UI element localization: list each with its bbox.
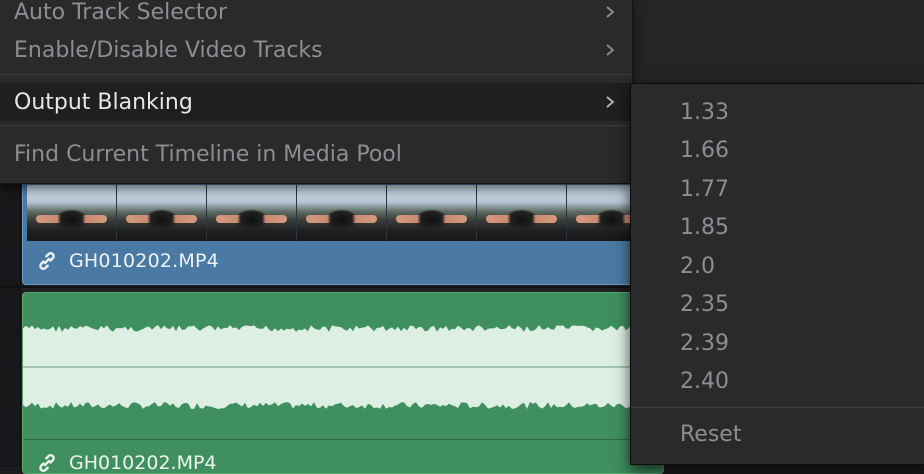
chevron-right-icon	[606, 6, 615, 18]
submenu-item-1-33[interactable]: 1.33	[631, 93, 924, 131]
link-icon	[35, 249, 59, 273]
menu-item-label: Auto Track Selector	[14, 0, 228, 25]
thumbnail-frame	[117, 185, 207, 241]
video-clip[interactable]: GH010202.MP4	[22, 178, 664, 285]
submenu-item-label: 1.33	[680, 99, 729, 125]
submenu-separator	[631, 407, 924, 408]
submenu-item-2-40[interactable]: 2.40	[631, 362, 924, 400]
thumbnail-frame	[477, 185, 567, 241]
link-icon	[35, 451, 59, 473]
menu-separator	[0, 74, 632, 75]
submenu-item-1-85[interactable]: 1.85	[631, 208, 924, 246]
submenu-item-label: 2.40	[680, 368, 729, 394]
audio-clip-label: GH010202.MP4	[35, 451, 217, 474]
menu-item-output-blanking[interactable]: Output Blanking	[0, 83, 632, 121]
submenu-item-label: 1.77	[680, 176, 729, 202]
thumbnail-frame	[297, 185, 387, 241]
audio-clip-name: GH010202.MP4	[69, 452, 217, 474]
thumbnail-frame	[27, 185, 117, 241]
audio-clip[interactable]: GH010202.MP4	[22, 292, 664, 474]
menu-item-find-current-timeline[interactable]: Find Current Timeline in Media Pool	[0, 135, 632, 173]
menu-item-auto-track-selector[interactable]: Auto Track Selector	[0, 0, 632, 31]
video-filmstrip	[27, 185, 657, 241]
video-clip-name: GH010202.MP4	[69, 250, 219, 272]
chevron-right-icon	[606, 96, 615, 108]
submenu-item-label: 2.35	[680, 291, 729, 317]
output-blanking-submenu: 1.33 1.66 1.77 1.85 2.0 2.35 2.39 2.40 R…	[630, 83, 924, 465]
chevron-right-icon	[606, 44, 615, 56]
submenu-item-label: 1.85	[680, 214, 729, 240]
menu-item-enable-disable-video-tracks[interactable]: Enable/Disable Video Tracks	[0, 31, 632, 69]
menu-item-label: Enable/Disable Video Tracks	[14, 37, 323, 63]
submenu-item-label: 1.66	[680, 137, 729, 163]
thumbnail-frame	[207, 185, 297, 241]
submenu-item-2-35[interactable]: 2.35	[631, 285, 924, 323]
submenu-item-label: Reset	[680, 421, 742, 447]
audio-waveform	[23, 317, 663, 417]
menu-item-label: Find Current Timeline in Media Pool	[14, 141, 402, 167]
context-menu: Auto Track Selector Enable/Disable Video…	[0, 0, 633, 184]
submenu-item-label: 2.39	[680, 330, 729, 356]
thumbnail-frame	[387, 185, 477, 241]
submenu-item-label: 2.0	[680, 253, 715, 279]
submenu-item-2-39[interactable]: 2.39	[631, 324, 924, 362]
submenu-item-reset[interactable]: Reset	[631, 415, 924, 453]
submenu-item-2-0[interactable]: 2.0	[631, 247, 924, 285]
submenu-item-1-77[interactable]: 1.77	[631, 170, 924, 208]
panel-background	[632, 0, 924, 83]
video-clip-label: GH010202.MP4	[35, 249, 219, 273]
audio-clip-divider	[23, 439, 663, 440]
menu-item-label: Output Blanking	[14, 89, 193, 115]
submenu-item-1-66[interactable]: 1.66	[631, 131, 924, 169]
menu-separator	[0, 125, 632, 126]
